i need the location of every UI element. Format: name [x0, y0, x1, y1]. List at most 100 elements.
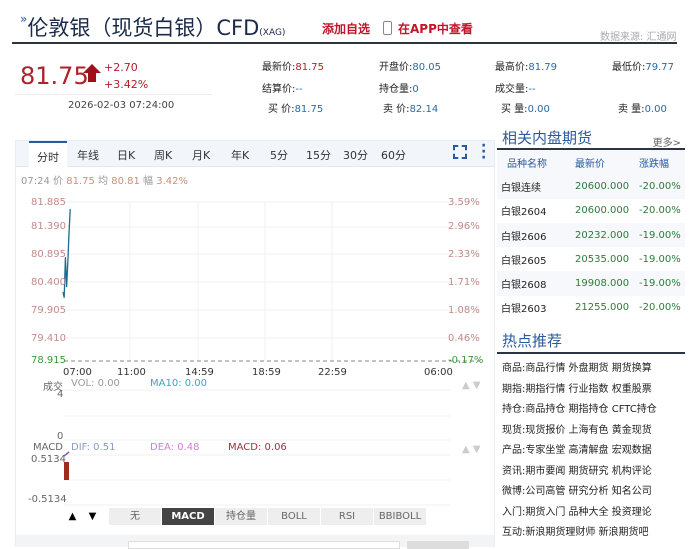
- macd-value: MACD: 0.06: [228, 442, 287, 453]
- fullscreen-icon[interactable]: [453, 145, 467, 159]
- volume-expand-icons[interactable]: ▲ ▼: [462, 380, 481, 391]
- divider: [12, 42, 677, 44]
- quote-field: 最高价:81.79: [495, 58, 557, 73]
- timestamp: 2026-02-03 07:24:00: [68, 100, 175, 111]
- hot-category: 期指:: [502, 383, 526, 395]
- pct-tick-label: 1.71%: [448, 277, 480, 288]
- indicator-button-1[interactable]: MACD: [162, 508, 214, 525]
- info-time: 07:24: [21, 176, 50, 187]
- more-link[interactable]: 更多>: [653, 134, 681, 149]
- tab-8[interactable]: 30分: [343, 147, 368, 163]
- hot-links[interactable]: 商品行情 外盘期货 期货换算: [525, 363, 651, 374]
- y-tick-label: 80.895: [31, 249, 66, 260]
- page-title: »伦敦银（现货白银）CFD(XAG): [20, 12, 285, 42]
- pct-tick-label: 2.96%: [448, 221, 480, 232]
- hot-category: 微博:: [502, 486, 526, 498]
- field-label: 最高价:: [495, 62, 529, 73]
- tab-9[interactable]: 60分: [381, 147, 406, 163]
- field-label: 结算价:: [262, 84, 296, 95]
- tab-2[interactable]: 日K: [117, 147, 135, 163]
- hot-links[interactable]: 专家坐堂 高清解盘 宏观数据: [525, 445, 651, 456]
- field-value: 81.79: [528, 62, 558, 73]
- hot-links[interactable]: 商品持仓 期指持仓 CFTC持仓: [525, 404, 656, 415]
- info-amp-label: 幅: [143, 176, 154, 187]
- field-value: 81.75: [295, 62, 325, 73]
- table-row[interactable]: 白银2603 21255.000 -20.00%: [497, 296, 685, 320]
- indicator-button-3[interactable]: BOLL: [268, 508, 320, 525]
- quote-field: 买 价:81.75: [268, 100, 323, 115]
- macd-max: 0.5134: [31, 454, 66, 465]
- quote-field: 结算价:--: [262, 80, 303, 95]
- quote-field: 卖 价:82.14: [383, 100, 438, 115]
- quote-field: 最低价:79.77: [612, 58, 674, 73]
- field-value: 80.05: [412, 62, 442, 73]
- table-cell: 21255.000: [575, 302, 630, 314]
- title-text: 伦敦银（现货白银）CFD: [27, 16, 260, 40]
- view-in-app-button[interactable]: 在APP中查看: [383, 20, 473, 37]
- tab-5[interactable]: 年K: [231, 147, 249, 163]
- hot-row: 产品:专家坐堂 高清解盘 宏观数据: [502, 441, 685, 462]
- hot-links[interactable]: 期指行情 行业指数 权重股票: [525, 384, 651, 395]
- field-label: 最低价:: [612, 62, 646, 73]
- table-cell: 白银2603: [501, 304, 547, 316]
- field-value: --: [528, 84, 536, 95]
- hot-links[interactable]: 期市要闻 期货研究 机构评论: [525, 466, 651, 477]
- chart-panel: [15, 140, 495, 547]
- volume-min: 0: [57, 431, 64, 442]
- more-vertical-icon[interactable]: · · ·: [481, 139, 486, 165]
- hot-row: 期指:期指行情 行业指数 权重股票: [502, 380, 685, 401]
- table-row[interactable]: 白银2605 20535.000 -19.00%: [497, 247, 685, 271]
- volume-max: 4: [57, 389, 64, 400]
- table-cell: 19908.000: [575, 278, 630, 290]
- table-row[interactable]: 白银2606 20232.000 -19.00%: [497, 222, 685, 248]
- hot-row: 商品:商品行情 外盘期货 期货换算: [502, 359, 685, 380]
- pct-tick-label: 2.33%: [448, 249, 480, 260]
- indicator-button-4[interactable]: RSI: [321, 508, 373, 525]
- hot-links[interactable]: 新浪期货理财师 新浪期货吧: [525, 527, 648, 538]
- related-futures-panel: 相关内盘期货 更多> 品种名称 最新价 涨跌幅 白银连续 20600.000 -20.00…: [497, 124, 685, 544]
- related-title: 相关内盘期货: [502, 129, 593, 147]
- hot-row: 持仓:商品持仓 期指持仓 CFTC持仓: [502, 400, 685, 421]
- y-tick-label: 78.915: [31, 355, 66, 366]
- search-button[interactable]: [407, 541, 469, 549]
- y-tick-label: 79.410: [31, 333, 66, 344]
- quote-field: 开盘价:80.05: [379, 58, 441, 73]
- hot-category: 持仓:: [502, 404, 526, 416]
- tab-6[interactable]: 5分: [270, 147, 288, 163]
- macd-expand-icons[interactable]: ▲ ▼: [462, 444, 481, 455]
- field-label: 持仓量:: [379, 84, 413, 95]
- phone-icon: [383, 21, 392, 35]
- tab-7[interactable]: 15分: [306, 147, 331, 163]
- pct-tick-label: 0.46%: [448, 333, 480, 344]
- tab-4[interactable]: 月K: [192, 147, 210, 163]
- move-up-button[interactable]: ▲: [64, 508, 81, 525]
- add-watchlist-button[interactable]: 添加自选: [322, 20, 370, 37]
- table-row[interactable]: 白银2608 19908.000 -19.00%: [497, 271, 685, 296]
- info-avg-label: 均: [98, 176, 109, 187]
- tab-3[interactable]: 周K: [154, 147, 172, 163]
- y-tick-label: 81.390: [31, 221, 66, 232]
- info-price: 81.75: [66, 176, 95, 187]
- tab-0[interactable]: 分时: [29, 141, 67, 167]
- indicator-button-5[interactable]: BBIBOLL: [374, 508, 426, 525]
- price-change-pct: +3.42%: [104, 78, 149, 91]
- macd-label: MACD: [33, 442, 63, 453]
- table-cell: 白银2606: [501, 231, 547, 243]
- column-header: 品种名称: [507, 158, 547, 170]
- table-cell: -20.00%: [639, 180, 681, 192]
- divider: [15, 94, 212, 95]
- quote-field: 买 量:0.00: [501, 100, 550, 115]
- tab-1[interactable]: 年线: [77, 147, 99, 163]
- hot-links[interactable]: 现货报价 上海有色 黄金现货: [525, 425, 651, 436]
- x-tick-label: 11:00: [117, 367, 146, 378]
- hot-links[interactable]: 公司高管 研究分析 知名公司: [525, 486, 651, 497]
- table-row[interactable]: 白银连续 20600.000 -20.00%: [497, 174, 685, 199]
- move-down-button[interactable]: ▼: [84, 508, 101, 525]
- search-input[interactable]: [128, 541, 400, 549]
- pct-tick-label: 3.59%: [448, 197, 480, 208]
- table-row[interactable]: 白银2604 20600.000 -20.00%: [497, 199, 685, 223]
- indicator-button-2[interactable]: 持仓量: [215, 508, 267, 525]
- macd-min: -0.5134: [28, 494, 67, 505]
- hot-links[interactable]: 期货入门 品种大全 投资理论: [525, 507, 651, 518]
- indicator-button-0[interactable]: 无: [109, 508, 161, 525]
